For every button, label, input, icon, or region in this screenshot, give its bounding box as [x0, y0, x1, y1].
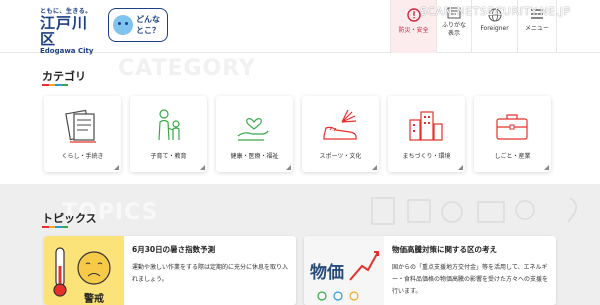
category-label: 健康・医療・福祉 — [230, 153, 279, 160]
category-label: まちづくり・環境 — [402, 153, 451, 160]
logo-english: Edogawa City — [40, 47, 94, 55]
category-label: しごと・産業 — [494, 153, 531, 160]
foreigner-label: Foreigner — [480, 25, 509, 32]
topic-title: 物価高騰対策に関する区の考え — [392, 245, 497, 254]
category-label: スポーツ・文化 — [319, 153, 362, 160]
category-heading: カテゴリ — [42, 70, 86, 83]
category-label: くらし・手続き — [61, 153, 104, 160]
edogawa-city-logo[interactable]: ともに、生きる。 江戸川区 Edogawa City — [40, 6, 100, 55]
price-graph-icon — [317, 251, 379, 301]
bubble-line-2: とこ？ — [136, 26, 160, 35]
sneaker-fan-icon — [323, 109, 357, 140]
topic-thumbnail: 警戒 — [44, 236, 124, 305]
mascot-icon — [113, 15, 133, 35]
corner-arrow-icon — [114, 165, 119, 170]
corner-arrow-icon — [372, 165, 377, 170]
topic-thumbnail: 物価 — [304, 236, 384, 305]
briefcase-icon — [496, 114, 528, 140]
category-label: 子育て・教育 — [150, 153, 187, 160]
disaster-safety-label: 防災・安全 — [398, 27, 429, 34]
corner-arrow-icon — [286, 165, 291, 170]
category-card-health[interactable]: 健康・医療・福祉 — [216, 96, 293, 172]
corner-arrow-icon — [200, 165, 205, 170]
bubble-line-1: どんな — [136, 15, 160, 24]
category-card-work[interactable]: しごと・産業 — [474, 96, 551, 172]
mascot-bubble[interactable]: どんな とこ？ — [108, 8, 168, 42]
corner-arrow-icon — [544, 165, 549, 170]
topic-title: 6月30日の暑さ指数予測 — [132, 245, 216, 254]
thumb-text-warning: 警戒 — [84, 294, 104, 305]
topic-body: 国からの「重点支援地方交付金」等を活用して、エネルギー・食料品価格の物価高騰の影… — [392, 264, 549, 295]
alert-circle-icon — [406, 8, 421, 22]
topics-color-bar — [42, 226, 68, 228]
category-card-childcare[interactable]: 子育て・教育 — [130, 96, 207, 172]
category-card-town[interactable]: まちづくり・環境 — [388, 96, 465, 172]
furigana-label: ふりがな 表示 — [441, 22, 466, 37]
category-cards: くらし・手続き 子育て・教育 健康・医療・福祉 スポーツ・文化 まちづくり・環境… — [44, 96, 552, 174]
watermark-text: SCAN.NETSECURITY.NE.JP — [420, 5, 571, 18]
topic-body: 運動や激しい作業をする際は定期的に充分に休息を取り入れましょう。 — [132, 264, 289, 283]
documents-icon — [65, 109, 96, 143]
topics-heading: トピックス — [42, 212, 97, 225]
corner-arrow-icon — [458, 165, 463, 170]
logo-kanji: 江戸川区 — [40, 14, 89, 48]
topic-card-heat-index[interactable]: 警戒 6月30日の暑さ指数予測 運動や激しい作業をする際は定期的に充分に休息を取… — [44, 236, 296, 305]
category-card-sports[interactable]: スポーツ・文化 — [302, 96, 379, 172]
category-bg-word: CATEGORY — [118, 56, 256, 81]
category-card-living[interactable]: くらし・手続き — [44, 96, 121, 172]
parent-child-icon — [158, 109, 180, 141]
category-color-bar — [42, 84, 68, 86]
menu-label: メニュー — [524, 25, 549, 32]
hand-heart-icon — [237, 118, 269, 141]
topic-card-price-measures[interactable]: 物価 物価高騰対策に関する区の考え 国からの「重点支援地方交付金」等を活用して、… — [304, 236, 556, 305]
buildings-icon — [409, 111, 443, 141]
